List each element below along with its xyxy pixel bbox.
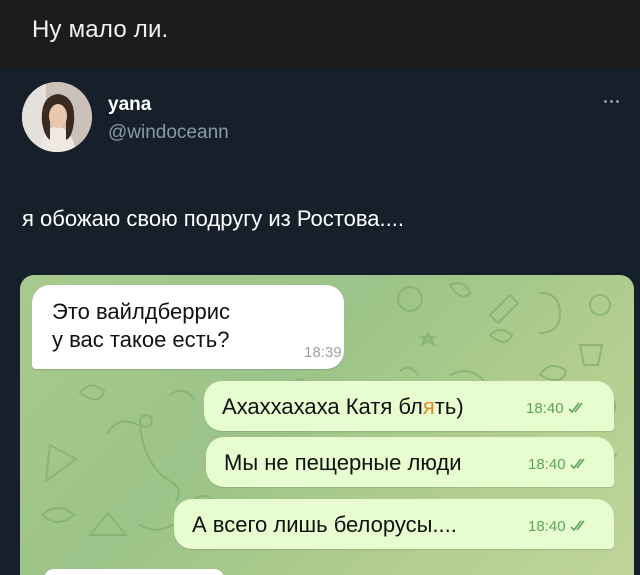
outgoing-message-bubble[interactable]: Ахаххахаха Катя блять) 18:40 <box>204 381 614 431</box>
outgoing-message-bubble[interactable]: А всего лишь белорусы.... 18:40 <box>174 499 614 549</box>
tweet-text: я обожаю свою подругу из Ростова.... <box>22 206 404 231</box>
incoming-message-bubble[interactable]: Это вайлдберрис у вас такое есть? 18:39 <box>32 285 344 369</box>
avatar-photo <box>22 82 92 152</box>
message-time: 18:40 <box>528 456 566 473</box>
tweet-media-screenshot[interactable]: Это вайлдберрис у вас такое есть? 18:39 … <box>20 275 634 575</box>
incoming-message-line: Это вайлдберрис <box>52 299 230 324</box>
incoming-message-text: Это вайлдберрис у вас такое есть? <box>52 298 230 354</box>
cropped-message-bubble <box>44 569 224 575</box>
message-time: 18:39 <box>304 344 342 361</box>
more-dot <box>615 99 619 103</box>
incoming-message-line: у вас такое есть? <box>52 327 230 352</box>
caption-bar: Ну мало ли. <box>0 0 640 68</box>
avatar[interactable] <box>22 82 92 152</box>
outgoing-message-text: Мы не пещерные люди <box>224 450 462 475</box>
more-dot <box>603 99 607 103</box>
censor-mark: я <box>422 394 435 419</box>
double-check-icon <box>568 402 583 414</box>
more-dot <box>609 99 613 103</box>
message-time: 18:40 <box>528 518 566 535</box>
outgoing-message-bubble[interactable]: Мы не пещерные люди 18:40 <box>206 437 614 487</box>
author-handle[interactable]: @windoceann <box>108 122 229 144</box>
author-name[interactable]: yana <box>108 94 151 116</box>
outgoing-message-text: Ахаххахаха Катя блять) <box>222 394 464 419</box>
outgoing-message-text: А всего лишь белорусы.... <box>192 512 457 537</box>
tweet-card[interactable]: yana @windoceann я обожаю свою подругу и… <box>0 68 640 575</box>
message-time: 18:40 <box>526 400 564 417</box>
caption-text: Ну мало ли. <box>32 16 169 43</box>
more-icon[interactable] <box>598 94 624 108</box>
double-check-icon <box>570 458 585 470</box>
double-check-icon <box>570 520 585 532</box>
